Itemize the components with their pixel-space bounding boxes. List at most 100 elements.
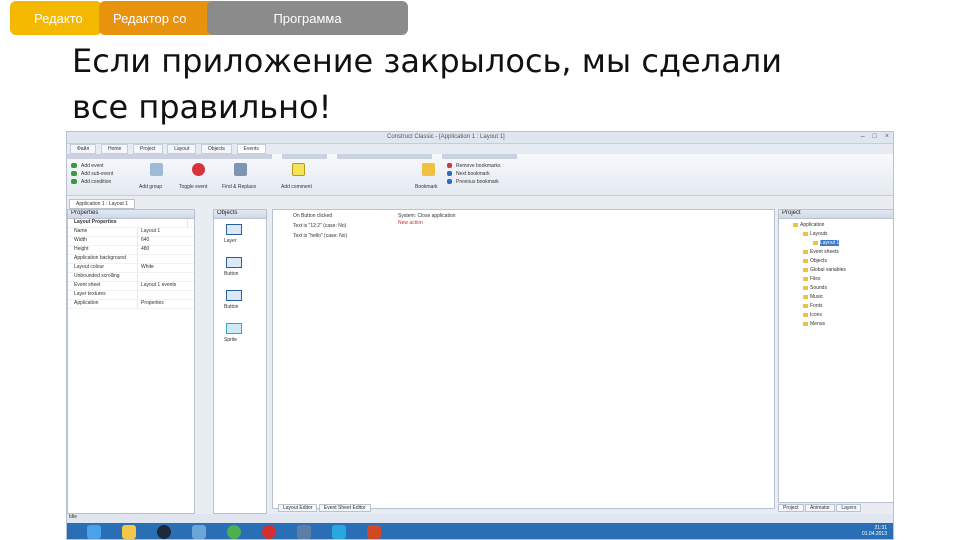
remove-bookmarks-icon[interactable] xyxy=(447,163,452,168)
project-tree-item[interactable]: Objects xyxy=(803,258,827,264)
project-tree-item[interactable]: Layout 1 xyxy=(813,240,840,246)
menu-events[interactable]: Events xyxy=(236,144,266,154)
add-sub-event-button[interactable]: Add sub-event xyxy=(81,171,113,177)
construct-icon[interactable] xyxy=(192,525,206,539)
event-condition[interactable]: On Button clicked xyxy=(293,213,332,219)
add-group-icon[interactable] xyxy=(150,163,163,176)
menu-layout[interactable]: Layout xyxy=(167,144,197,154)
property-row[interactable]: Application Properties xyxy=(68,300,194,309)
project-tree-item[interactable]: Icons xyxy=(803,312,822,318)
maximize-icon[interactable]: □ xyxy=(873,133,877,140)
project-tree-item[interactable]: Application xyxy=(793,222,824,228)
tab-editor-2[interactable]: Редактор со xyxy=(99,1,217,35)
close-icon[interactable]: × xyxy=(885,133,889,140)
property-value[interactable]: Layout 1 xyxy=(138,228,160,236)
button-object-icon[interactable] xyxy=(226,290,242,301)
property-row[interactable]: Layer textures xyxy=(68,291,194,300)
property-row[interactable]: Unbounded scrolling xyxy=(68,273,194,282)
tab-layout-editor[interactable]: Layout Editor xyxy=(278,504,318,512)
layer-object-icon[interactable] xyxy=(226,224,242,235)
property-row[interactable]: Width 640 xyxy=(68,237,194,246)
project-tree-item[interactable]: Menus xyxy=(803,321,825,327)
minimize-icon[interactable]: – xyxy=(861,133,865,140)
project-tree-item[interactable]: Event sheets xyxy=(803,249,839,255)
bookmark-button[interactable]: Bookmark xyxy=(415,184,438,190)
chrome-icon[interactable] xyxy=(227,525,241,539)
add-event-button[interactable]: Add event xyxy=(81,163,104,169)
system-clock[interactable]: 21:31 01.04.2013 xyxy=(862,525,887,537)
project-tree-item[interactable]: Music xyxy=(803,294,823,300)
property-value[interactable]: White xyxy=(138,264,154,272)
tab-project[interactable]: Project xyxy=(778,504,804,512)
skype-icon[interactable] xyxy=(332,525,346,539)
menu-objects[interactable]: Objects xyxy=(200,144,232,154)
previous-bookmark-icon[interactable] xyxy=(447,179,452,184)
property-value[interactable] xyxy=(138,255,141,263)
find-icon[interactable] xyxy=(234,163,247,176)
new-action[interactable]: New action xyxy=(398,220,423,226)
property-value[interactable] xyxy=(138,291,141,299)
app-title: Construct Classic - [Application 1 : Lay… xyxy=(387,134,505,140)
add-condition-button[interactable]: Add condition xyxy=(81,179,111,185)
tab-animator[interactable]: Animator xyxy=(804,504,835,512)
menu-file[interactable]: Файл xyxy=(70,144,97,154)
project-tree-item[interactable]: Global variables xyxy=(803,267,846,273)
project-tree-label: Icons xyxy=(810,312,822,318)
tab-layers[interactable]: Layers xyxy=(836,504,862,512)
sprite-object-icon[interactable] xyxy=(226,323,242,334)
event-condition[interactable]: Text is "12:2" (case: No) xyxy=(293,223,346,229)
toggle-event-button[interactable]: Toggle event xyxy=(179,184,207,190)
previous-bookmark-button[interactable]: Previous bookmark xyxy=(456,179,499,185)
project-tree-item[interactable]: Files xyxy=(803,276,821,282)
tab-program[interactable]: Программа xyxy=(207,1,408,35)
folder-icon xyxy=(803,303,808,308)
ie-icon[interactable] xyxy=(87,525,101,539)
document-tab[interactable]: Application 1 : Layout 1 xyxy=(69,199,135,209)
powerpoint-icon[interactable] xyxy=(367,525,381,539)
comment-icon[interactable] xyxy=(292,163,305,176)
taskbar: 21:31 01.04.2013 xyxy=(67,523,893,539)
property-row[interactable]: Layout colour White xyxy=(68,264,194,273)
add-group-button[interactable]: Add group xyxy=(139,184,162,190)
event-action[interactable]: System: Close application xyxy=(398,213,456,219)
property-row[interactable]: Event sheet Layout 1 events xyxy=(68,282,194,291)
folder-icon xyxy=(803,294,808,299)
property-value[interactable] xyxy=(138,273,141,281)
property-value[interactable]: 640 xyxy=(138,237,149,245)
media-icon[interactable] xyxy=(157,525,171,539)
add-sub-event-icon[interactable] xyxy=(71,171,77,176)
app-icon[interactable] xyxy=(297,525,311,539)
add-comment-button[interactable]: Add comment xyxy=(281,184,312,190)
remove-bookmarks-button[interactable]: Remove bookmarks xyxy=(456,163,500,169)
find-replace-button[interactable]: Find & Replace xyxy=(222,184,256,190)
tab-editor-1[interactable]: Редакто xyxy=(10,1,102,35)
object-label: Button xyxy=(224,304,239,310)
property-value[interactable]: Properties xyxy=(138,300,164,308)
project-tree-label: Fonts xyxy=(810,303,823,309)
property-row[interactable]: Application background xyxy=(68,255,194,264)
next-bookmark-button[interactable]: Next bookmark xyxy=(456,171,490,177)
project-tree-item[interactable]: Fonts xyxy=(803,303,823,309)
bookmark-icon[interactable] xyxy=(422,163,435,176)
folder-icon xyxy=(793,222,798,227)
tab-event-sheet-editor[interactable]: Event Sheet Editor xyxy=(318,504,371,512)
project-tree-item[interactable]: Layouts xyxy=(803,231,828,237)
add-event-icon[interactable] xyxy=(71,163,77,168)
menu-home[interactable]: Home xyxy=(100,144,129,154)
properties-panel: Properties Layout Properties Name Layout … xyxy=(67,209,195,514)
opera-icon[interactable] xyxy=(262,525,276,539)
event-condition[interactable]: Text is "hello" (case: No) xyxy=(293,233,347,239)
app-titlebar: Construct Classic - [Application 1 : Lay… xyxy=(67,132,893,144)
toggle-event-icon[interactable] xyxy=(192,163,205,176)
property-value[interactable]: Layout 1 events xyxy=(138,282,176,290)
folder-icon[interactable] xyxy=(122,525,136,539)
property-row[interactable]: Height 480 xyxy=(68,246,194,255)
add-condition-icon[interactable] xyxy=(71,179,77,184)
button-object-icon[interactable] xyxy=(226,257,242,268)
property-value[interactable]: 480 xyxy=(138,246,149,254)
event-sheet: On Button clicked Text is "12:2" (case: … xyxy=(272,209,775,509)
property-row[interactable]: Name Layout 1 xyxy=(68,228,194,237)
next-bookmark-icon[interactable] xyxy=(447,171,452,176)
project-tree-item[interactable]: Sounds xyxy=(803,285,827,291)
menu-project[interactable]: Project xyxy=(132,144,163,154)
